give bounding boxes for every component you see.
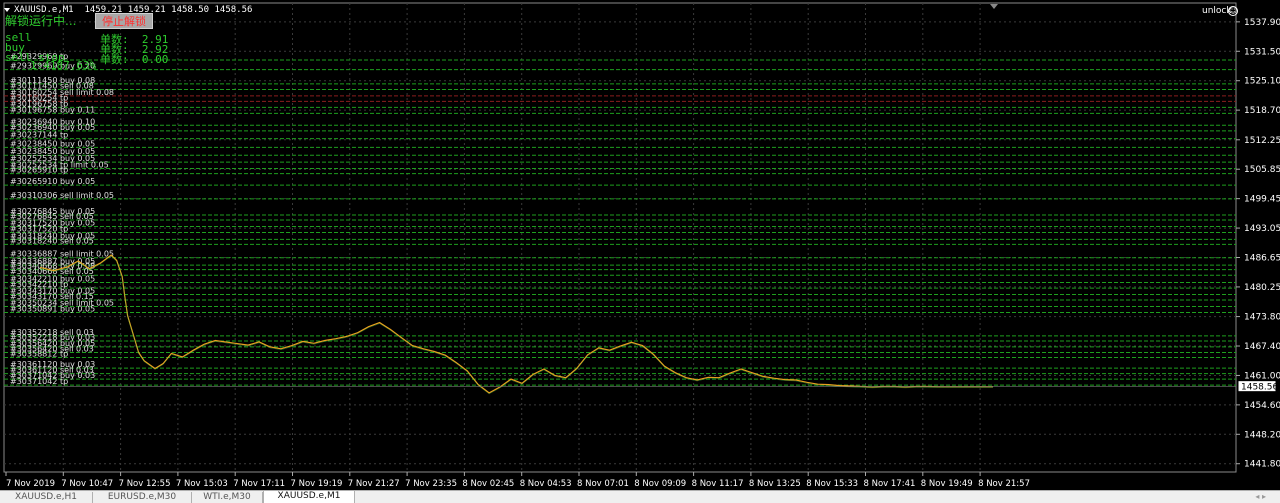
x-tick-label: 7 Nov 2019 [6, 479, 55, 489]
plot-border [3, 2, 1237, 473]
dropdown-arrow-icon[interactable] [4, 7, 10, 12]
x-tick-label: 7 Nov 10:47 [61, 479, 113, 489]
order-label: #30371042 tp [10, 377, 68, 386]
smiley-icon[interactable]: ☺ [1228, 6, 1238, 16]
order-label: #30265910 buy 0.05 [10, 177, 95, 186]
x-tick-label: 8 Nov 17:41 [864, 479, 916, 489]
x-tick-label: 7 Nov 17:11 [233, 479, 285, 489]
y-tick-label: 1531.50 [1244, 47, 1280, 57]
tab-xauusd-m1[interactable]: XAUUSD.e,M1 [263, 491, 355, 503]
x-tick-label: 8 Nov 02:45 [462, 479, 514, 489]
x-tick-label: 7 Nov 19:19 [291, 479, 343, 489]
y-tick-label: 1512.25 [1244, 136, 1280, 146]
y-tick-label: 1441.80 [1244, 460, 1280, 470]
y-tick-label: 1473.80 [1244, 313, 1280, 323]
tab-eurusd-m30[interactable]: EURUSD.e,M30 [93, 492, 192, 503]
order-label: #30265910 tp [10, 166, 68, 175]
y-tick-label: 1505.85 [1244, 165, 1280, 175]
order-label: #30350891 buy 0.05 [10, 304, 95, 313]
y-tick-label: 1486.65 [1244, 254, 1280, 264]
y-tick-label: 1448.20 [1244, 430, 1280, 440]
x-tick-label: 7 Nov 15:03 [176, 479, 228, 489]
chart-window[interactable]: 1537.90 1531.50 1525.10 1518.70 1512.25 1505.… [0, 0, 1280, 490]
order-label: #30310306 sell limit 0.05 [10, 191, 114, 200]
stop-unlock-button[interactable]: 停止解锁 [95, 13, 153, 29]
x-tick-label: 8 Nov 11:17 [692, 479, 744, 489]
x-tick-label: 7 Nov 12:55 [119, 479, 171, 489]
y-tick-label: 1480.25 [1244, 283, 1280, 293]
y-tick-label: 1493.05 [1244, 224, 1280, 234]
y-tick-label: 1454.60 [1244, 401, 1280, 411]
tab-wti-m30[interactable]: WTI.e,M30 [192, 492, 263, 503]
x-tick-label: 8 Nov 15:33 [806, 479, 858, 489]
x-tick-label: 7 Nov 23:35 [405, 479, 457, 489]
chart-shift-marker-icon[interactable] [990, 4, 998, 9]
y-tick-label: 1467.40 [1244, 342, 1280, 352]
x-tick-label: 7 Nov 21:27 [348, 479, 400, 489]
order-label: #30358812 tp [10, 350, 68, 359]
order-label: #30318240 sell 0.05 [10, 236, 94, 245]
stat-sellstop-value: 单数: 0.00 [100, 53, 169, 66]
x-tick-label: 8 Nov 07:01 [577, 479, 629, 489]
chart-tab-bar: XAUUSD.e,H1 EURUSD.e,M30 WTI.e,M30 XAUUS… [0, 490, 1280, 503]
order-label: #30196758 buy 0.11 [10, 105, 95, 114]
y-tick-label: 1518.70 [1244, 106, 1280, 116]
stat-ratio-value: 1:4187.63% [30, 59, 97, 72]
x-tick-label: 8 Nov 04:53 [520, 479, 572, 489]
ea-status-text: 解锁运行中... [5, 14, 77, 28]
tab-xauusd-h1[interactable]: XAUUSD.e,H1 [0, 492, 93, 503]
price-chart[interactable]: 1537.90 1531.50 1525.10 1518.70 1512.25 1505.… [0, 0, 1280, 490]
tab-scroll-arrows-icon[interactable]: ◂ ▸ [1255, 492, 1266, 501]
y-tick-label: 1537.90 [1244, 18, 1280, 28]
x-tick-label: 8 Nov 13:25 [749, 479, 801, 489]
y-tick-label: 1525.10 [1244, 77, 1280, 87]
y-tick-label: 1499.45 [1244, 195, 1280, 205]
y-tick-label: 1461.00 [1244, 371, 1280, 381]
x-tick-label: 8 Nov 19:49 [921, 479, 973, 489]
order-label: #30237144 tp [10, 131, 68, 140]
current-price-label: 1458.56 [1241, 383, 1278, 393]
x-tick-label: 8 Nov 21:57 [978, 479, 1030, 489]
x-tick-label: 8 Nov 09:09 [634, 479, 686, 489]
